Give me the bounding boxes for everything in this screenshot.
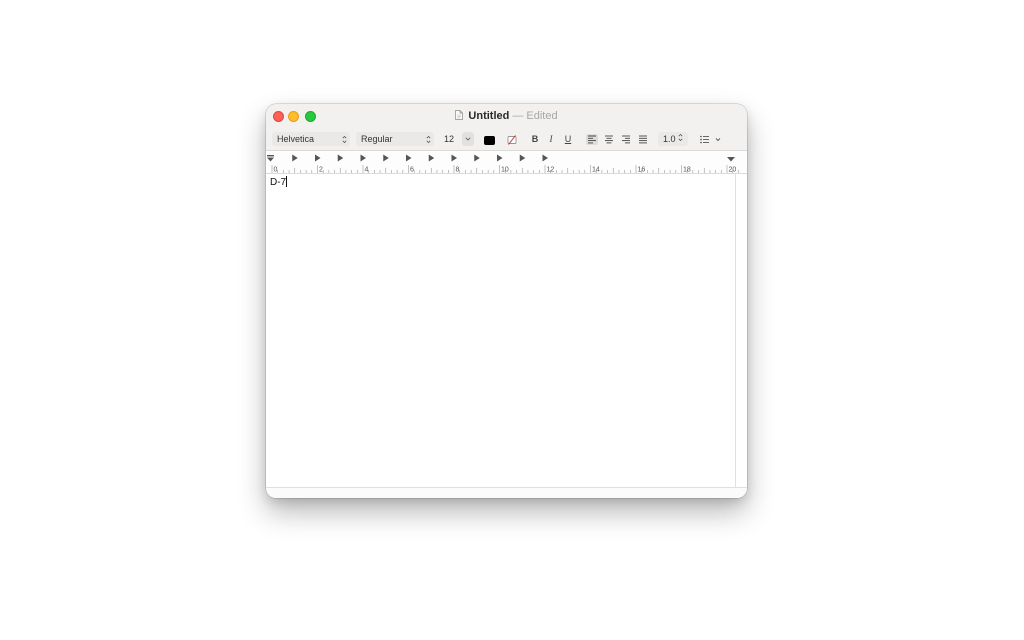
document-icon [455,110,464,120]
document-text[interactable]: D-7 [270,176,288,189]
document-name: Untitled [468,110,510,122]
ruler-label: 2 [319,167,323,174]
font-style-value: Regular [361,134,393,144]
ruler-label: 16 [638,167,646,174]
chevron-down-icon [465,137,471,141]
tab-stop-marker[interactable] [406,154,412,162]
ruler-label: 18 [683,167,691,174]
right-indent-marker[interactable] [727,157,735,162]
text-caret [286,176,288,187]
font-size-field[interactable]: 12 [440,132,462,146]
vertical-scroll-gutter [736,174,747,487]
ruler-scale: 0 2 4 6 8 10 12 14 16 18 20 [267,154,739,174]
align-center-icon[interactable] [603,134,615,145]
ruler-label: 0 [274,167,278,174]
ruler-label: 6 [410,167,414,174]
ruler-label: 20 [729,167,737,174]
font-family-value: Helvetica [277,134,315,144]
line-spacing-value: 1.0 [663,134,676,144]
font-size-dropdown[interactable] [462,132,474,146]
tab-stop-marker[interactable] [542,154,549,162]
underline-button[interactable]: U [562,132,574,146]
ruler-label: 8 [456,167,460,174]
ruler-label: 14 [592,167,600,174]
align-left-icon[interactable] [586,134,598,145]
popup-arrows-icon [678,133,683,142]
ruler-label: 12 [547,167,555,174]
tab-stop-marker[interactable] [337,154,344,162]
title-bar[interactable]: Untitled — Edited [266,104,747,128]
popup-arrows-icon [426,135,431,143]
textedit-window: Untitled — Edited Helvetica Regular 12 B… [266,104,747,498]
title-separator: — [512,110,524,122]
tab-stop-marker[interactable] [360,154,367,162]
window-title: Untitled — Edited [266,109,747,123]
tab-stop-marker[interactable] [428,154,435,162]
document-text-area[interactable]: D-7 [266,174,736,487]
tab-stop-marker[interactable] [519,154,526,162]
document-content: D-7 [270,177,287,188]
font-size-value: 12 [444,134,455,144]
edited-status: Edited [526,110,558,122]
align-justify-icon[interactable] [637,134,649,145]
left-indent-marker[interactable] [267,155,274,162]
desktop: Untitled — Edited Helvetica Regular 12 B… [0,0,1024,640]
line-spacing-popup[interactable]: 1.0 [658,132,688,146]
align-right-icon[interactable] [620,134,632,145]
list-bullets-icon[interactable] [698,134,724,145]
tab-stop-marker[interactable] [474,154,480,162]
bold-button[interactable]: B [529,132,541,146]
tab-stop-marker[interactable] [497,154,503,162]
background-color-none-icon[interactable] [506,134,518,146]
tab-stop-marker[interactable] [451,154,458,162]
font-family-popup[interactable]: Helvetica [272,132,350,146]
italic-button[interactable]: I [545,132,557,146]
tab-stop-marker[interactable] [292,154,298,162]
popup-arrows-icon [342,135,347,143]
format-toolbar: Helvetica Regular 12 B I U 1.0 [266,128,747,150]
ruler[interactable]: 0 2 4 6 8 10 12 14 16 18 20 [266,150,747,174]
ruler-label: 4 [365,167,369,174]
ruler-label: 10 [501,167,509,174]
bottom-scroll-gutter [266,487,747,498]
tab-stop-marker[interactable] [383,154,389,162]
font-style-popup[interactable]: Regular [356,132,434,146]
text-color-well[interactable] [484,136,495,145]
tab-stop-marker[interactable] [315,154,321,162]
